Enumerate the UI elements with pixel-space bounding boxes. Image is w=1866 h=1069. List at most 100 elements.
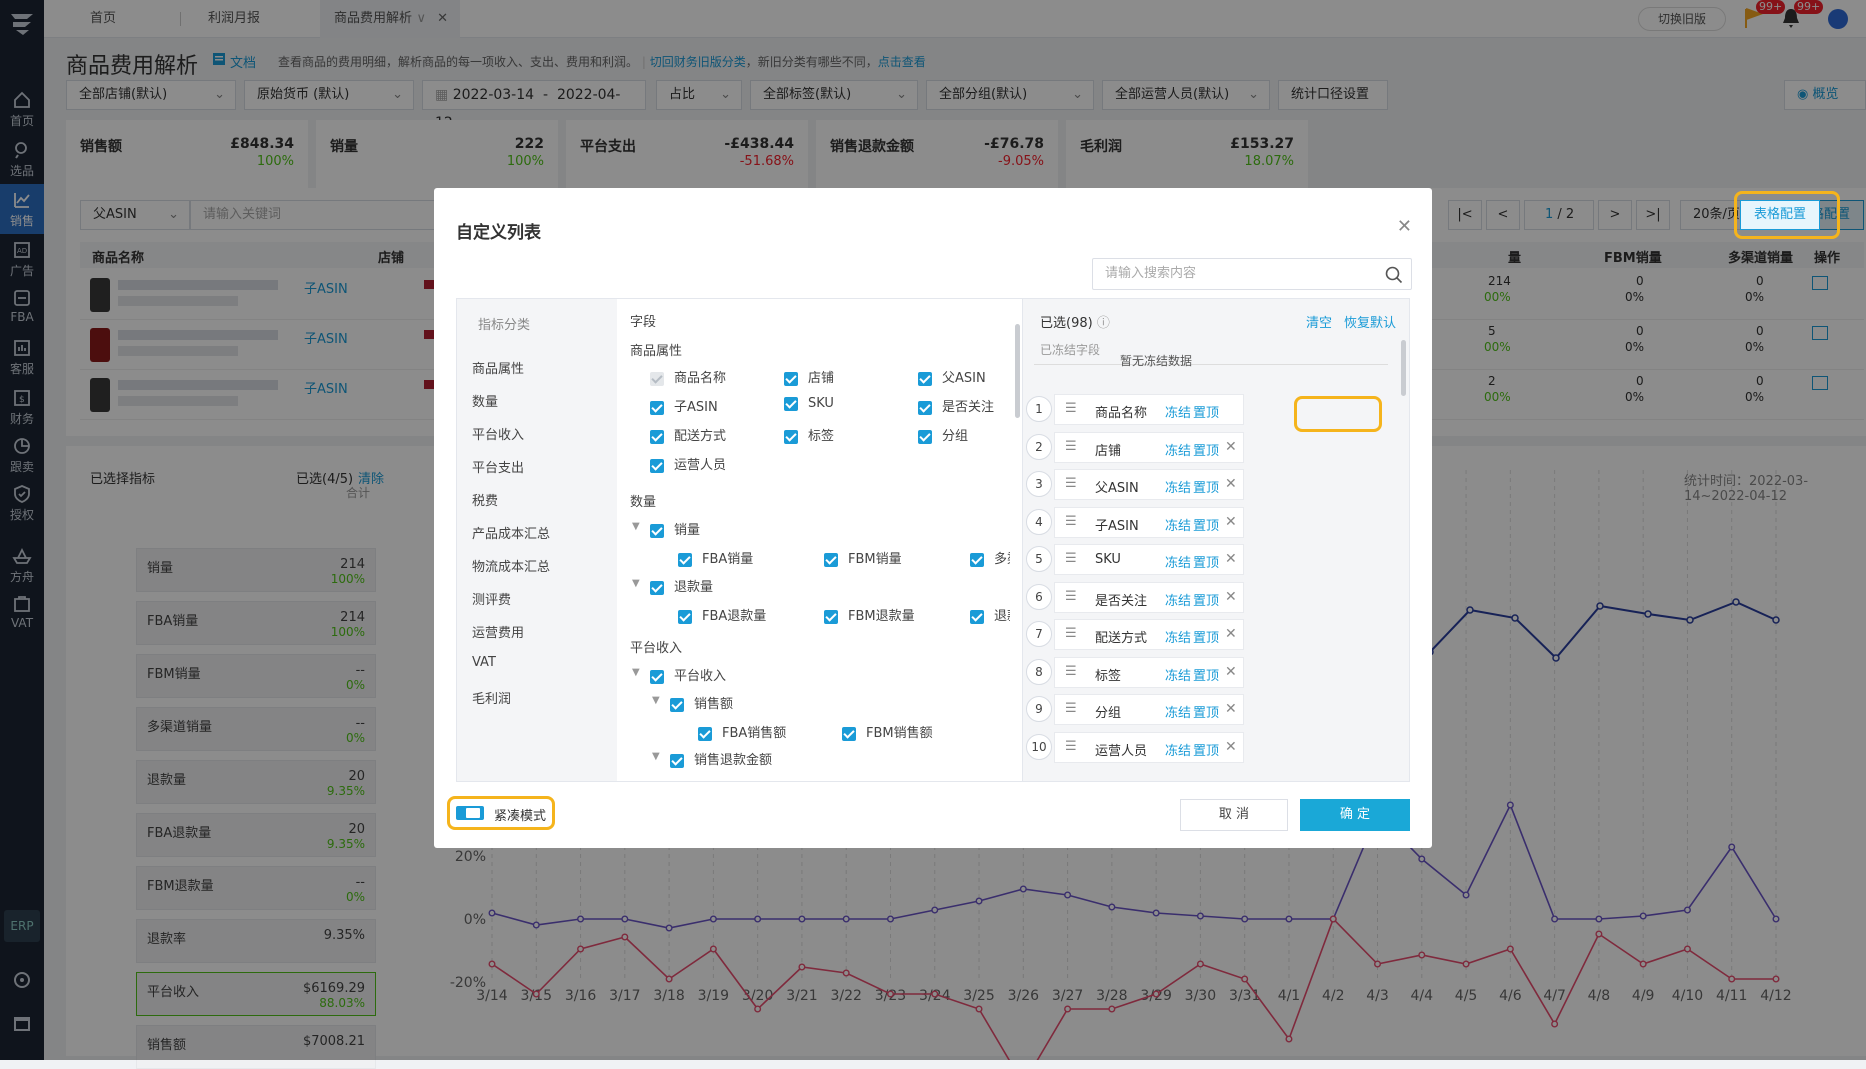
close-icon[interactable]: ✕ <box>1397 216 1412 237</box>
freeze-link[interactable]: 冻结 <box>1165 552 1191 571</box>
field-checkbox[interactable]: 退款量 <box>650 576 713 595</box>
field-checkbox[interactable]: 标签 <box>784 425 834 444</box>
selected-item[interactable]: ☰分组冻结置顶✕ <box>1054 694 1244 725</box>
remove-icon[interactable]: ✕ <box>1225 476 1237 492</box>
field-checkbox[interactable]: FBA销量 <box>678 548 753 567</box>
category-item[interactable]: 毛利润 <box>472 688 511 707</box>
pin-top-link[interactable]: 置顶 <box>1193 740 1219 759</box>
field-checkbox[interactable]: 分组 <box>918 425 968 444</box>
pin-top-link[interactable]: 置顶 <box>1193 402 1219 421</box>
field-checkbox[interactable]: 商品名称 <box>650 367 726 386</box>
field-checkbox[interactable]: 多渠道销量 <box>970 548 1010 567</box>
category-item[interactable]: 运营费用 <box>472 622 524 641</box>
drag-handle-icon[interactable]: ☰ <box>1065 514 1077 529</box>
field-checkbox[interactable]: 退款率 <box>970 605 1010 624</box>
category-item[interactable]: 物流成本汇总 <box>472 556 550 575</box>
category-item[interactable]: 平台支出 <box>472 457 524 476</box>
selected-item[interactable]: ☰ 子ASIN 冻结置顶 ✕ <box>1054 507 1244 538</box>
category-item[interactable]: 测评费 <box>472 589 511 608</box>
remove-icon[interactable]: ✕ <box>1225 589 1237 605</box>
field-checkbox[interactable]: 销售额 <box>670 693 733 712</box>
freeze-link[interactable]: 冻结 <box>1165 515 1191 534</box>
pin-top-link[interactable]: 置顶 <box>1193 515 1219 534</box>
pin-top-link[interactable]: 置顶 <box>1193 702 1219 721</box>
remove-icon[interactable]: ✕ <box>1225 514 1237 530</box>
freeze-link[interactable]: 冻结 <box>1165 740 1191 759</box>
field-checkbox[interactable]: 销售退款金额 <box>670 749 772 768</box>
remove-icon[interactable]: ✕ <box>1225 551 1237 567</box>
selected-index: 3 <box>1026 471 1052 497</box>
drag-handle-icon[interactable]: ☰ <box>1065 701 1077 716</box>
confirm-button[interactable]: 确 定 <box>1300 799 1410 831</box>
clear-selected-link[interactable]: 清空 <box>1306 312 1332 331</box>
category-item[interactable]: VAT <box>472 655 496 670</box>
drag-handle-icon[interactable]: ☰ <box>1065 664 1077 679</box>
remove-icon[interactable]: ✕ <box>1225 701 1237 717</box>
cancel-button[interactable]: 取 消 <box>1180 799 1288 831</box>
pin-top-link[interactable]: 置顶 <box>1193 590 1219 609</box>
category-item[interactable]: 数量 <box>472 391 498 410</box>
drag-handle-icon[interactable]: ☰ <box>1065 589 1077 604</box>
caret-down-icon[interactable]: ▼ <box>652 695 660 706</box>
selected-item[interactable]: ☰标签冻结置顶✕ <box>1054 657 1244 688</box>
field-scrollbar[interactable] <box>1015 324 1020 418</box>
selected-item[interactable]: ☰父ASIN冻结置顶✕ <box>1054 469 1244 500</box>
selected-item[interactable]: ☰SKU冻结置顶✕ <box>1054 544 1244 575</box>
field-checkbox[interactable]: FBA销售额 <box>698 722 786 741</box>
selected-item[interactable]: ☰运营人员冻结置顶✕ <box>1054 732 1244 763</box>
freeze-link[interactable]: 冻结 <box>1165 440 1191 459</box>
field-checkbox[interactable]: FBM销量 <box>824 548 902 567</box>
field-checkbox[interactable]: FBM销售额 <box>842 722 933 741</box>
caret-down-icon[interactable]: ▼ <box>632 521 640 532</box>
caret-down-icon[interactable]: ▼ <box>632 578 640 589</box>
drag-handle-icon[interactable]: ☰ <box>1065 439 1077 454</box>
freeze-link[interactable]: 冻结 <box>1165 665 1191 684</box>
field-checkbox[interactable]: 销量 <box>650 519 700 538</box>
restore-default-link[interactable]: 恢复默认 <box>1344 312 1396 331</box>
caret-down-icon[interactable]: ▼ <box>652 751 660 762</box>
freeze-link[interactable]: 冻结 <box>1165 627 1191 646</box>
category-item[interactable]: 商品属性 <box>472 358 524 377</box>
remove-icon[interactable]: ✕ <box>1225 664 1237 680</box>
field-checkbox[interactable]: 父ASIN <box>918 367 986 386</box>
drag-handle-icon[interactable]: ☰ <box>1065 401 1077 416</box>
category-item[interactable]: 产品成本汇总 <box>472 523 550 542</box>
field-checkbox[interactable]: 子ASIN <box>650 396 718 415</box>
freeze-link[interactable]: 冻结 <box>1165 477 1191 496</box>
category-item[interactable]: 税费 <box>472 490 498 509</box>
drag-handle-icon[interactable]: ☰ <box>1065 476 1077 491</box>
field-checkbox[interactable]: 配送方式 <box>650 425 726 444</box>
field-checkbox[interactable]: 运营人员 <box>650 454 726 473</box>
freeze-link[interactable]: 冻结 <box>1165 402 1191 421</box>
remove-icon[interactable]: ✕ <box>1225 626 1237 642</box>
field-checkbox[interactable]: SKU <box>784 396 834 411</box>
field-label: 平台收入 <box>674 669 726 684</box>
field-checkbox[interactable]: 平台收入 <box>650 665 726 684</box>
pin-top-link[interactable]: 置顶 <box>1193 440 1219 459</box>
field-checkbox[interactable]: 是否关注 <box>918 396 994 415</box>
drag-handle-icon[interactable]: ☰ <box>1065 551 1077 566</box>
pin-top-link[interactable]: 置顶 <box>1193 627 1219 646</box>
category-item[interactable]: 平台收入 <box>472 424 524 443</box>
field-checkbox[interactable]: FBA退款量 <box>678 605 766 624</box>
selected-scrollbar[interactable] <box>1401 340 1406 396</box>
freeze-link[interactable]: 冻结 <box>1165 702 1191 721</box>
freeze-link[interactable]: 冻结 <box>1165 590 1191 609</box>
selected-item[interactable]: ☰配送方式冻结置顶✕ <box>1054 619 1244 650</box>
field-checkbox[interactable]: 店铺 <box>784 367 834 386</box>
field-checkbox[interactable]: FBM退款量 <box>824 605 915 624</box>
caret-down-icon[interactable]: ▼ <box>632 667 640 678</box>
pin-top-link[interactable]: 置顶 <box>1193 552 1219 571</box>
pin-top-link[interactable]: 置顶 <box>1193 665 1219 684</box>
remove-icon[interactable]: ✕ <box>1225 439 1237 455</box>
selected-item-label: 子ASIN <box>1095 515 1139 534</box>
search-icon[interactable] <box>1385 266 1403 284</box>
selected-item[interactable]: ☰是否关注冻结置顶✕ <box>1054 582 1244 613</box>
pin-top-link[interactable]: 置顶 <box>1193 477 1219 496</box>
remove-icon[interactable]: ✕ <box>1225 739 1237 755</box>
search-input[interactable]: 请输入搜索内容 <box>1092 258 1412 290</box>
selected-item[interactable]: ☰店铺冻结置顶✕ <box>1054 432 1244 463</box>
drag-handle-icon[interactable]: ☰ <box>1065 626 1077 641</box>
selected-item[interactable]: ☰商品名称冻结置顶 <box>1054 394 1244 425</box>
drag-handle-icon[interactable]: ☰ <box>1065 739 1077 754</box>
